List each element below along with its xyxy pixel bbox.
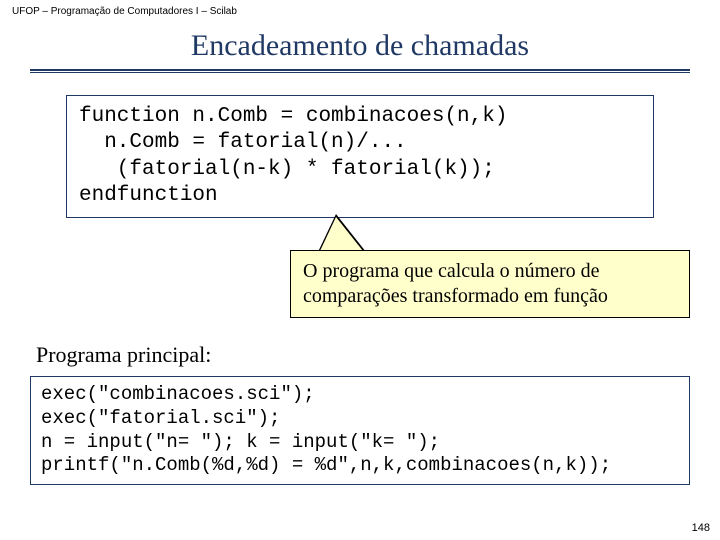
code-block-function: function n.Comb = combinacoes(n,k) n.Com…	[66, 95, 654, 218]
callout-container: O programa que calcula o número de compa…	[0, 218, 720, 338]
title-underline	[30, 69, 690, 73]
page-number: 148	[692, 522, 710, 534]
slide-title: Encadeamento de chamadas	[0, 29, 720, 63]
section-label: Programa principal:	[36, 342, 720, 368]
callout-tail-fill	[320, 217, 363, 251]
code-block-main: exec("combinacoes.sci"); exec("fatorial.…	[30, 376, 690, 485]
callout-box: O programa que calcula o número de compa…	[290, 250, 690, 318]
course-header: UFOP – Programação de Computadores I – S…	[0, 0, 720, 17]
